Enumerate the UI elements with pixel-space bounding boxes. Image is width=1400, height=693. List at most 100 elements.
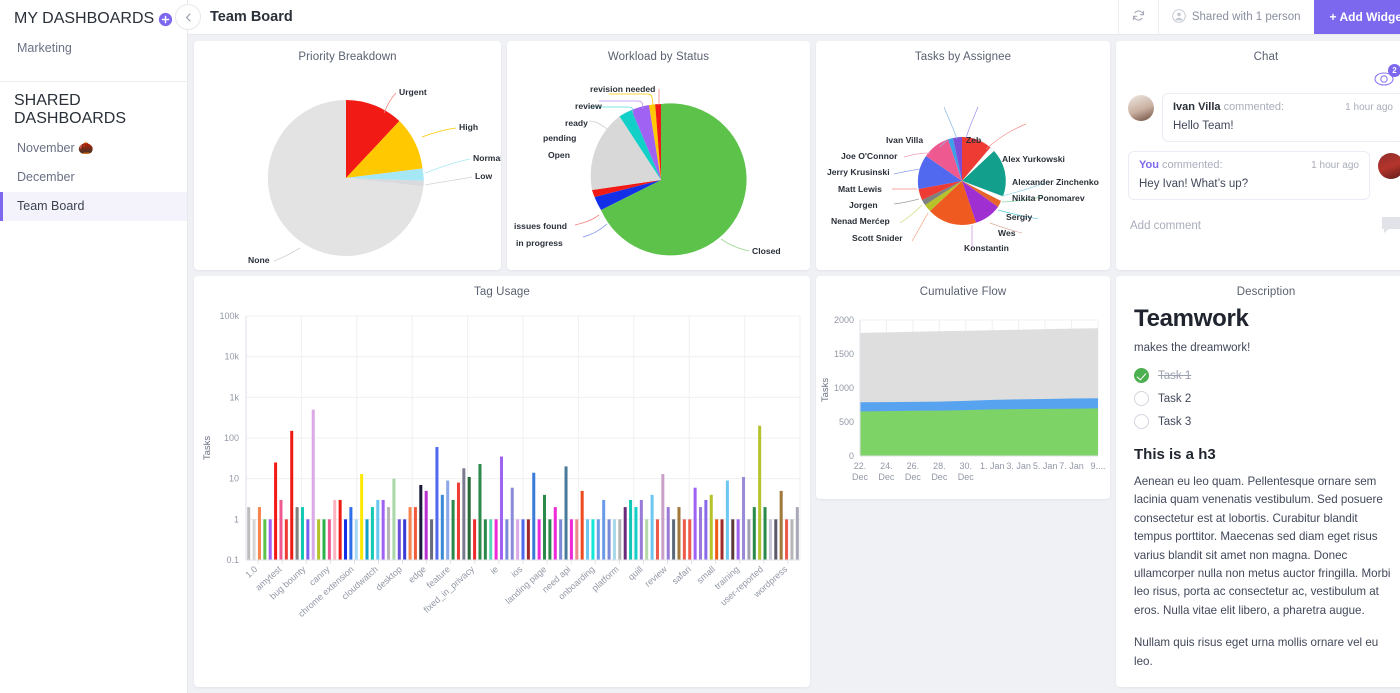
todo-item[interactable]: Task 2 <box>1134 391 1398 406</box>
svg-text:24.: 24. <box>880 461 893 471</box>
pie-label-alex-yurkowski: Alex Yurkowski <box>1002 154 1065 164</box>
chat-watchers[interactable]: 2 <box>1128 63 1400 93</box>
svg-text:Dec: Dec <box>958 472 975 482</box>
pie-label-sergiy: Sergiy <box>1006 212 1032 222</box>
pie-label-alexander-zinchenko: Alexander Zinchenko <box>1012 177 1099 187</box>
comment-icon[interactable] <box>1380 215 1400 237</box>
widget-title: Workload by Status <box>507 41 810 63</box>
svg-text:1. Jan: 1. Jan <box>980 461 1005 471</box>
svg-text:7. Jan: 7. Jan <box>1059 461 1084 471</box>
chat-bubble-header: You commented: 1 hour ago <box>1139 159 1359 171</box>
svg-text:22.: 22. <box>854 461 867 471</box>
todo-item[interactable]: Task 3 <box>1134 414 1398 429</box>
sidebar-item-label: December <box>17 170 75 184</box>
widget-title: Tasks by Assignee <box>816 41 1110 63</box>
pie-label-jorgen: Jorgen <box>849 200 878 210</box>
sidebar-item-marketing[interactable]: Marketing <box>0 34 187 63</box>
svg-text:28.: 28. <box>933 461 946 471</box>
sidebar-item-label: Marketing <box>17 41 72 55</box>
refresh-icon <box>1132 9 1145 25</box>
chat-bubble[interactable]: You commented: 1 hour ago Hey Ivan! What… <box>1128 151 1370 200</box>
widget-title: Description <box>1116 276 1400 298</box>
description-subtitle: makes the dreamwork! <box>1134 342 1398 354</box>
description-heading-1: Teamwork <box>1134 305 1398 333</box>
assignee-pie-chart: Ivan Villa Zeb Joe O'Connor Alex Yurkows… <box>816 63 1110 270</box>
plus-circle-icon[interactable] <box>158 12 173 27</box>
chat-author: Ivan Villa <box>1173 101 1221 113</box>
pie-label-high: High <box>459 122 478 132</box>
avatar[interactable] <box>1378 153 1400 179</box>
svg-text:0: 0 <box>849 451 854 461</box>
svg-text:platform: platform <box>590 564 621 593</box>
svg-text:10k: 10k <box>224 352 239 362</box>
sidebar-item-december[interactable]: December <box>0 163 187 192</box>
chat-author-line: You commented: <box>1139 159 1223 171</box>
checkbox-icon[interactable] <box>1134 414 1149 429</box>
shared-with-button[interactable]: Shared with 1 person <box>1158 0 1314 34</box>
chat-time: 1 hour ago <box>1311 160 1359 171</box>
chat-message: You commented: 1 hour ago Hey Ivan! What… <box>1128 151 1400 200</box>
sidebar: MY DASHBOARDS Marketing SHARED DASHBOARD… <box>0 0 188 693</box>
page-title: Team Board <box>201 0 1118 34</box>
widget-cumulative-flow: Cumulative Flow 0500100015002000TasksDec… <box>816 276 1110 499</box>
pie-label-nikita-ponomarev: Nikita Ponomarev <box>1012 193 1085 203</box>
svg-text:100k: 100k <box>219 311 239 321</box>
pie-label-review: review <box>575 101 602 111</box>
chat-text: Hello Team! <box>1173 120 1393 132</box>
sidebar-item-team-board[interactable]: Team Board <box>0 192 187 221</box>
checkbox-checked-icon[interactable] <box>1134 368 1149 383</box>
eye-icon[interactable]: 2 <box>1373 69 1399 89</box>
pie-label-scott-snider: Scott Snider <box>852 233 903 243</box>
sidebar-item-november[interactable]: November 🌰 <box>0 134 187 163</box>
svg-text:Dec: Dec <box>878 472 895 482</box>
pie-label-revision-needed: revision needed <box>590 84 655 94</box>
cumulative-flow-svg: 0500100015002000TasksDec22.Dec24.Dec26.D… <box>816 298 1110 499</box>
widget-grid: Priority Breakdown <box>188 35 1400 693</box>
pie-label-normal: Normal <box>473 153 501 163</box>
svg-text:30.: 30. <box>960 461 973 471</box>
pie-label-closed: Closed <box>752 246 781 256</box>
chat-time: 1 hour ago <box>1345 102 1393 113</box>
workload-pie-chart: revision needed review ready pending Ope… <box>507 63 810 270</box>
chat-author: You <box>1139 159 1159 171</box>
chat-author-line: Ivan Villa commented: <box>1173 101 1284 113</box>
pie-label-zeb: Zeb <box>966 135 981 145</box>
svg-text:9....: 9.... <box>1090 461 1105 471</box>
svg-text:500: 500 <box>839 417 854 427</box>
svg-text:0.1: 0.1 <box>226 555 239 565</box>
cumulative-flow-chart: 0500100015002000TasksDec22.Dec24.Dec26.D… <box>816 298 1110 499</box>
svg-text:desktop: desktop <box>374 564 404 593</box>
pie-label-nenad-mercep: Nenad Merćep <box>831 216 890 226</box>
svg-text:1000: 1000 <box>834 383 854 393</box>
svg-text:5. Jan: 5. Jan <box>1033 461 1058 471</box>
my-dashboards-header: MY DASHBOARDS <box>0 0 187 34</box>
chat-verb: commented: <box>1162 159 1223 171</box>
svg-text:Dec: Dec <box>905 472 922 482</box>
refresh-button[interactable] <box>1118 0 1158 34</box>
shared-dashboards-title: SHARED DASHBOARDS <box>14 92 173 128</box>
main-area: Team Board Shared with 1 person <box>188 0 1400 693</box>
svg-text:ios: ios <box>509 564 525 579</box>
todo-item[interactable]: Task 1 <box>1134 368 1398 383</box>
svg-text:26.: 26. <box>907 461 920 471</box>
description-heading-3: This is a h3 <box>1134 446 1398 463</box>
add-comment-row[interactable]: Add comment <box>1128 209 1400 237</box>
pie-label-matt-lewis: Matt Lewis <box>838 184 882 194</box>
add-comment-input[interactable]: Add comment <box>1130 220 1201 232</box>
svg-text:2000: 2000 <box>834 315 854 325</box>
widget-tasks-by-assignee: Tasks by Assignee <box>816 41 1110 270</box>
chat-text: Hey Ivan! What’s up? <box>1139 178 1359 190</box>
add-widget-button[interactable]: + Add Widget <box>1314 0 1400 34</box>
checkbox-icon[interactable] <box>1134 391 1149 406</box>
chevron-left-icon[interactable] <box>175 4 201 30</box>
description-paragraph-2: Nullam quis risus eget urna mollis ornar… <box>1134 634 1398 671</box>
avatar[interactable] <box>1128 95 1154 121</box>
workload-pie-svg <box>507 63 810 263</box>
shared-with-label: Shared with 1 person <box>1192 11 1301 23</box>
svg-text:Dec: Dec <box>931 472 948 482</box>
chat-bubble[interactable]: Ivan Villa commented: 1 hour ago Hello T… <box>1162 93 1400 142</box>
description-body: Teamwork makes the dreamwork! Task 1 Tas… <box>1116 298 1400 671</box>
svg-text:Tasks: Tasks <box>202 436 213 461</box>
my-dashboards-title: MY DASHBOARDS <box>14 10 154 28</box>
tag-usage-chart: 0.11101001k10k100kTasks1.0amytestbug bou… <box>194 298 810 667</box>
